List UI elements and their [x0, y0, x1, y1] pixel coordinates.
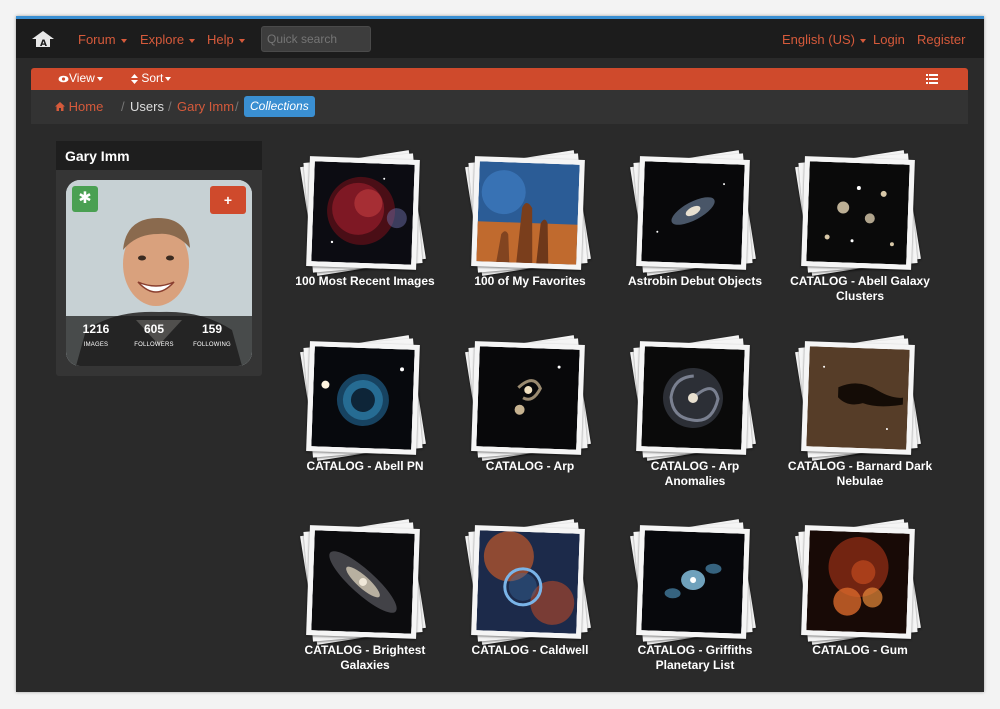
view-dropdown[interactable]: View — [58, 71, 103, 85]
collection-item[interactable]: CATALOG - Brightest Galaxies — [290, 515, 440, 690]
collection-title: CATALOG - Griffiths Planetary List — [637, 643, 753, 672]
collection-title: CATALOG - Arp Anomalies — [650, 459, 740, 488]
user-profile-card: Gary Imm ✱ + 1216 IMAGES 605 FOLLOWERS 1… — [56, 141, 262, 376]
breadcrumb-user[interactable]: Gary Imm — [177, 99, 234, 114]
chevron-down-icon — [120, 38, 127, 43]
collection-title: CATALOG - Abell PN — [306, 459, 424, 473]
follow-asterisk-button[interactable]: ✱ — [72, 186, 98, 212]
breadcrumb-home-label: Home — [68, 99, 104, 114]
sort-icon — [131, 73, 138, 84]
collection-title: CATALOG - Caldwell — [471, 643, 589, 657]
nav-explore[interactable]: Explore — [140, 32, 196, 47]
breadcrumb-home[interactable]: Home — [55, 99, 103, 114]
collection-item[interactable]: CATALOG - Caldwell — [455, 515, 605, 690]
chevron-down-icon — [96, 76, 103, 81]
profile-name: Gary Imm — [56, 141, 262, 170]
breadcrumb-current: Collections — [244, 96, 315, 117]
collection-item[interactable]: CATALOG - Griffiths Planetary List — [620, 515, 770, 690]
collection-item[interactable]: CATALOG - Gum — [785, 515, 935, 690]
stat-following[interactable]: 159 FOLLOWING — [182, 322, 242, 348]
sort-label: Sort — [141, 71, 164, 85]
stat-images-label: IMAGES — [83, 342, 109, 348]
quick-search-input[interactable] — [261, 26, 371, 52]
breadcrumb-separator: / — [168, 99, 172, 114]
jellyfish-nebula-thumb — [311, 161, 415, 265]
avatar: ✱ + 1216 IMAGES 605 FOLLOWERS 159 FOLLOW… — [66, 180, 252, 366]
stat-images-value: 1216 — [82, 322, 110, 336]
list-view-icon[interactable] — [926, 74, 938, 84]
app-window: A Forum Explore Help English (US) Login … — [16, 16, 984, 692]
language-label: English (US) — [782, 32, 855, 47]
breadcrumb: Home / Users / Gary Imm / Collections — [31, 90, 968, 124]
breadcrumb-separator: / — [121, 99, 125, 114]
chevron-down-icon — [165, 76, 172, 81]
bubble-nebula-thumb — [476, 530, 580, 634]
nav-forum[interactable]: Forum — [78, 32, 127, 47]
chevron-down-icon — [859, 38, 866, 43]
stat-following-value: 159 — [201, 322, 223, 336]
bipolar-nebula-thumb — [641, 530, 745, 634]
nav-help-label: Help — [207, 32, 234, 47]
stat-followers[interactable]: 605 FOLLOWERS — [124, 322, 184, 348]
astrobin-logo-icon[interactable]: A — [30, 29, 56, 49]
stat-followers-value: 605 — [143, 322, 165, 336]
dark-nebula-thumb — [806, 346, 910, 450]
stat-following-label: FOLLOWING — [193, 342, 231, 348]
add-button[interactable]: + — [210, 186, 246, 214]
nav-explore-label: Explore — [140, 32, 185, 47]
collection-item[interactable]: CATALOG - Arp — [455, 331, 605, 506]
nav-forum-label: Forum — [78, 32, 116, 47]
collection-title: CATALOG - Arp — [485, 459, 575, 473]
collection-title: CATALOG - Brightest Galaxies — [304, 643, 426, 672]
eye-icon — [58, 75, 69, 83]
top-navbar: A Forum Explore Help English (US) Login … — [16, 16, 984, 58]
collections-toolbar: View Sort — [31, 68, 968, 90]
collection-title: CATALOG - Gum — [812, 643, 908, 657]
collection-title: CATALOG - Abell Galaxy Clusters — [790, 274, 930, 303]
andromeda-galaxy-thumb — [311, 530, 415, 634]
profile-stats: 1216 IMAGES 605 FOLLOWERS 159 FOLLOWING — [66, 316, 252, 366]
face-on-spiral-thumb — [641, 346, 745, 450]
collection-item[interactable]: CATALOG - Abell PN — [290, 331, 440, 506]
galaxy-cluster-thumb — [806, 161, 910, 265]
stat-images[interactable]: 1216 IMAGES — [66, 322, 126, 348]
pillars-of-creation-thumb — [476, 161, 580, 265]
home-icon — [55, 102, 65, 111]
collection-title: CATALOG - Barnard Dark Nebulae — [787, 459, 933, 488]
collection-item[interactable]: 100 Most Recent Images — [290, 146, 440, 321]
language-selector[interactable]: English (US) — [782, 32, 866, 47]
chevron-down-icon — [238, 38, 245, 43]
stat-followers-label: FOLLOWERS — [134, 342, 174, 348]
collection-title: 100 of My Favorites — [474, 274, 586, 288]
register-link[interactable]: Register — [917, 32, 965, 47]
sort-dropdown[interactable]: Sort — [131, 71, 172, 85]
emission-nebula-thumb — [806, 530, 910, 634]
collection-item[interactable]: CATALOG - Barnard Dark Nebulae — [785, 331, 935, 506]
collection-title: Astrobin Debut Objects — [627, 274, 762, 288]
breadcrumb-users[interactable]: Users — [130, 99, 164, 114]
spiral-galaxy-thumb — [641, 161, 745, 265]
collection-item[interactable]: CATALOG - Arp Anomalies — [620, 331, 770, 506]
svg-text:A: A — [40, 39, 47, 49]
view-label: View — [69, 71, 95, 85]
planetary-nebula-thumb — [311, 346, 415, 450]
page-frame: A Forum Explore Help English (US) Login … — [0, 0, 1000, 709]
collection-title: 100 Most Recent Images — [295, 274, 435, 288]
login-link[interactable]: Login — [873, 32, 905, 47]
nav-help[interactable]: Help — [207, 32, 245, 47]
breadcrumb-separator: / — [235, 99, 239, 114]
chevron-down-icon — [189, 38, 196, 43]
collection-item[interactable]: 100 of My Favorites — [455, 146, 605, 321]
collection-item[interactable]: CATALOG - Abell Galaxy Clusters — [785, 146, 935, 321]
interacting-galaxies-thumb — [476, 346, 580, 450]
collection-item[interactable]: Astrobin Debut Objects — [620, 146, 770, 321]
